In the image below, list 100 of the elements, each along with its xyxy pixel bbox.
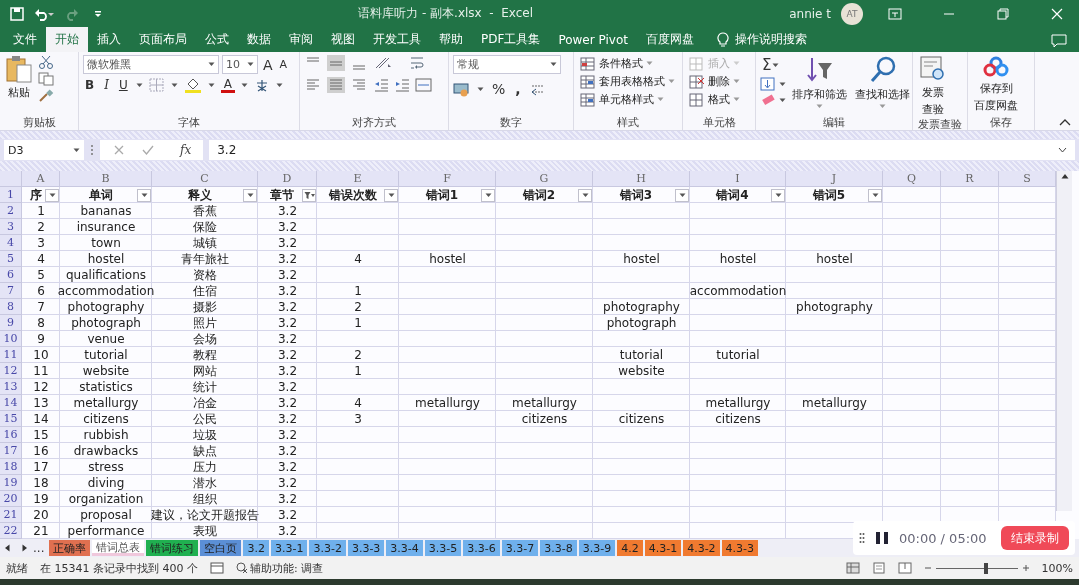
sheet-tab[interactable]: 4.3-2 — [683, 540, 720, 556]
more-sheets-button[interactable]: ... — [30, 541, 48, 555]
row-header[interactable]: 20 — [0, 491, 22, 507]
check-icon[interactable] — [142, 145, 154, 155]
orientation-icon[interactable] — [373, 55, 393, 71]
sheet-tab[interactable]: 3.3-8 — [540, 540, 577, 556]
sheet-tab[interactable]: 4.2 — [617, 540, 643, 556]
filter-button[interactable] — [137, 188, 151, 202]
ribbon-tab[interactable]: 审阅 — [280, 27, 322, 52]
caret-icon[interactable] — [275, 82, 283, 88]
zoom-level[interactable]: 100% — [1041, 561, 1073, 575]
shrink-font-button[interactable]: A — [277, 57, 290, 72]
find-select-button[interactable]: 查找和选择 — [853, 55, 912, 115]
ribbon-tab[interactable]: 百度网盘 — [636, 27, 703, 52]
caret-icon[interactable] — [779, 81, 786, 87]
sheet-tab[interactable]: 空白页 — [200, 540, 242, 556]
row-header[interactable]: 13 — [0, 379, 22, 395]
borders-icon[interactable] — [148, 78, 165, 92]
zoom-out-icon[interactable] — [923, 564, 932, 572]
caret-icon[interactable] — [772, 62, 780, 68]
caret-icon[interactable] — [135, 82, 143, 88]
fill-down-icon[interactable] — [760, 77, 776, 91]
row-header[interactable]: 16 — [0, 427, 22, 443]
sheet-tab[interactable]: 3.3-7 — [501, 540, 539, 556]
filter-button[interactable] — [384, 188, 398, 202]
column-header[interactable]: B — [60, 171, 152, 187]
row-header[interactable]: 6 — [0, 267, 22, 283]
ribbon-tab[interactable]: 页面布局 — [130, 27, 196, 52]
paintbrush-icon[interactable] — [38, 89, 54, 103]
sheet-tab[interactable]: 错词练习 — [146, 540, 199, 556]
cancel-icon[interactable] — [114, 145, 124, 155]
row-header[interactable]: 15 — [0, 411, 22, 427]
row-header[interactable]: 8 — [0, 299, 22, 315]
caret-icon[interactable] — [779, 97, 786, 103]
autosum-button[interactable]: Σ — [760, 55, 786, 75]
filter-button[interactable] — [578, 188, 592, 202]
style-menu-button[interactable]: 套用表格格式 — [578, 73, 677, 90]
normal-view-icon[interactable] — [845, 562, 860, 574]
ribbon-tab[interactable]: 插入 — [88, 27, 130, 52]
status-text[interactable]: 辅助功能: 调查 — [250, 560, 324, 576]
filter-button[interactable] — [243, 188, 257, 202]
ribbon-tab[interactable]: Power Pivot — [549, 27, 637, 52]
column-header[interactable]: I — [690, 171, 786, 187]
ribbon-tab[interactable]: 公式 — [196, 27, 238, 52]
sheet-tab[interactable]: 3.3-4 — [386, 540, 423, 556]
sort-filter-button[interactable]: 排序和筛选 — [790, 55, 849, 115]
collapse-ribbon-icon[interactable] — [1059, 118, 1071, 126]
vertical-scrollbar[interactable] — [1056, 171, 1072, 511]
column-header[interactable]: R — [941, 171, 999, 187]
caret-icon[interactable] — [240, 82, 248, 88]
row-header[interactable]: 4 — [0, 235, 22, 251]
style-menu-button[interactable]: 单元格样式 — [578, 91, 677, 108]
filter-button[interactable] — [481, 188, 495, 202]
column-header[interactable]: D — [258, 171, 317, 187]
row-header[interactable]: 12 — [0, 363, 22, 379]
ribbon-tab[interactable]: 数据 — [238, 27, 280, 52]
sheet-tab[interactable]: 正确率 — [49, 540, 91, 556]
row-header[interactable]: 22 — [0, 523, 22, 539]
drag-handle-icon[interactable] — [859, 532, 865, 544]
sheet-tab[interactable]: 3.3-3 — [347, 540, 385, 556]
zoom-in-icon[interactable] — [1021, 564, 1030, 572]
column-header[interactable]: Q — [883, 171, 941, 187]
stop-recording-button[interactable]: 结束录制 — [1001, 526, 1069, 550]
caret-icon[interactable] — [207, 82, 215, 88]
scissors-icon[interactable] — [38, 55, 54, 69]
sheet-tab[interactable]: 4.3-1 — [644, 540, 682, 556]
customize-icon[interactable] — [94, 9, 102, 18]
save-to-cloud-button[interactable]: 保存到 百度网盘 — [972, 55, 1020, 115]
sheet-tab[interactable]: 3.3-6 — [463, 540, 500, 556]
currency-icon[interactable] — [453, 81, 471, 97]
user-avatar[interactable]: AT — [841, 2, 863, 25]
filter-button[interactable] — [302, 188, 316, 202]
comment-icon[interactable] — [1051, 34, 1067, 48]
row-header[interactable]: 5 — [0, 251, 22, 267]
insert-function-button[interactable]: fx — [172, 143, 200, 157]
cell-menu-button[interactable]: 格式 — [687, 91, 742, 108]
caret-icon[interactable] — [170, 82, 178, 88]
increase-indent-icon[interactable] — [394, 77, 410, 93]
caret-icon[interactable] — [208, 62, 215, 67]
fill-color-icon[interactable] — [183, 77, 202, 93]
caret-icon[interactable] — [550, 62, 557, 67]
bold-button[interactable]: B — [83, 77, 97, 93]
column-header[interactable]: G — [496, 171, 593, 187]
sheet-tab[interactable]: 3.3-9 — [578, 540, 616, 556]
row-header[interactable]: 11 — [0, 347, 22, 363]
ribbon-tab[interactable]: 开发工具 — [364, 27, 430, 52]
row-header[interactable]: 9 — [0, 315, 22, 331]
copy-icon[interactable] — [38, 72, 54, 86]
scroll-right-icon[interactable] — [22, 544, 28, 552]
style-menu-button[interactable]: 条件格式 — [578, 55, 677, 72]
comma-style-button[interactable]: , — [513, 80, 523, 98]
row-header[interactable]: 7 — [0, 283, 22, 299]
row-header[interactable]: 19 — [0, 475, 22, 491]
row-header[interactable]: 17 — [0, 443, 22, 459]
macro-record-icon[interactable] — [210, 562, 224, 574]
invoice-check-button[interactable]: 发票 查验 — [917, 55, 949, 117]
caret-icon[interactable] — [73, 147, 80, 153]
column-header[interactable]: F — [399, 171, 496, 187]
column-header[interactable]: C — [152, 171, 258, 187]
sheet-tab[interactable]: 3.3-5 — [424, 540, 462, 556]
